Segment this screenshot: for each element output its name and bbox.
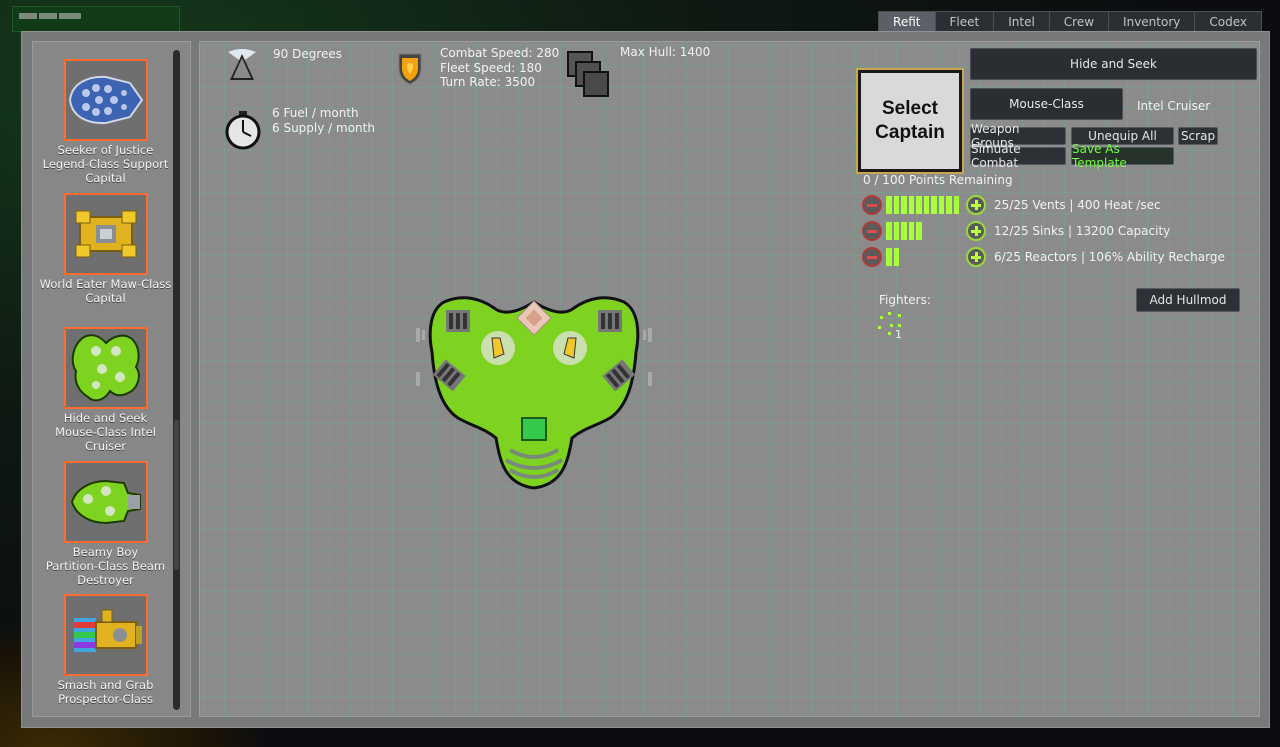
flux-bar-segment: [893, 248, 899, 266]
tab-fleet[interactable]: Fleet: [934, 11, 995, 31]
ship-name-line: Smash and Grab: [57, 678, 154, 692]
flux-bar-segment: [946, 196, 952, 214]
background-minimap: [12, 6, 180, 32]
flux-bar-segment: [893, 222, 899, 240]
flux-bar-segment: [901, 222, 907, 240]
flux-bar-segment: [953, 196, 959, 214]
max-hull-text: Max Hull: 1400: [620, 45, 711, 59]
ship-name-field[interactable]: Hide and Seek: [970, 48, 1257, 80]
fleet-ship-card[interactable]: World Eater Maw-Class Capital: [33, 193, 178, 305]
mouse-ship-icon[interactable]: [63, 327, 148, 409]
refit-grid[interactable]: 90 Degrees 6 Fuel / month 6 Supply / mon…: [199, 41, 1260, 717]
fleet-ship-list[interactable]: Seeker of Justice Legend-Class Support C…: [32, 41, 191, 717]
flux-bar-segment: [886, 222, 892, 240]
fighter-count-text: 1: [895, 328, 902, 341]
remove-vent-button[interactable]: [862, 195, 882, 215]
flux-bar-segment: [938, 196, 944, 214]
ship-type-text: Intel Cruiser: [1137, 99, 1211, 113]
ship-name-line: Prospector-Class: [58, 692, 153, 706]
scrap-button[interactable]: Scrap: [1178, 127, 1218, 145]
flux-bar-segment: [908, 222, 914, 240]
ship-name-line: Partition-Class Beam: [45, 559, 166, 573]
flux-bar-segment: [893, 196, 899, 214]
flux-bar-segment: [916, 222, 922, 240]
supply-usage-text: 6 Supply / month: [272, 121, 375, 135]
fleet-speed-text: Fleet Speed: 180: [440, 61, 542, 75]
reactors-row: 6/25 Reactors | 106% Ability Recharge: [862, 246, 1225, 268]
ship-name-line: Cruiser: [84, 439, 127, 453]
add-reactor-button[interactable]: [966, 247, 986, 267]
save-as-template-button[interactable]: Save As Template: [1071, 142, 1174, 170]
partition-ship-icon[interactable]: [63, 461, 148, 543]
reactors-text: 6/25 Reactors | 106% Ability Recharge: [994, 250, 1225, 264]
ship-name-line: Destroyer: [77, 573, 134, 587]
shield-icon: [398, 53, 422, 85]
ship-hull-display[interactable]: [414, 288, 654, 502]
add-vent-button[interactable]: [966, 195, 986, 215]
hull-plates-icon: [567, 51, 609, 97]
add-hullmod-button[interactable]: Add Hullmod: [1136, 288, 1240, 312]
fleet-ship-card[interactable]: Hide and Seek Mouse-Class Intel Cruiser: [33, 327, 178, 453]
combat-speed-text: Combat Speed: 280: [440, 46, 560, 60]
ship-name-line: Mouse-Class Intel: [55, 425, 156, 439]
remove-reactor-button[interactable]: [862, 247, 882, 267]
ship-name-line: Hide and Seek: [63, 411, 148, 425]
reactors-bar: [886, 248, 960, 266]
turn-rate-text: Turn Rate: 3500: [440, 75, 536, 89]
fleet-ship-card[interactable]: Smash and Grab Prospector-Class: [33, 594, 178, 706]
select-captain-button[interactable]: Select Captain: [856, 68, 964, 174]
maw-ship-icon[interactable]: [63, 193, 148, 275]
captain-label-line2: Captain: [875, 122, 945, 143]
ship-name-line: World Eater Maw-Class: [39, 277, 172, 291]
tab-codex[interactable]: Codex: [1194, 11, 1262, 31]
legend-ship-icon[interactable]: [63, 59, 148, 141]
sinks-bar: [886, 222, 960, 240]
vents-text: 25/25 Vents | 400 Heat /sec: [994, 198, 1161, 212]
points-remaining-text: 0 / 100 Points Remaining: [863, 173, 1013, 187]
tab-inventory[interactable]: Inventory: [1108, 11, 1196, 31]
sensor-arc-icon: [228, 49, 256, 80]
flux-bar-segment: [931, 196, 937, 214]
sinks-text: 12/25 Sinks | 13200 Capacity: [994, 224, 1171, 238]
tab-refit[interactable]: Refit: [878, 11, 936, 31]
refit-window: Seeker of Justice Legend-Class Support C…: [21, 31, 1270, 728]
fleet-ship-card[interactable]: Beamy Boy Partition-Class Beam Destroyer: [33, 461, 178, 587]
ship-name-line: Seeker of Justice: [57, 143, 154, 157]
flux-bar-segment: [886, 248, 892, 266]
flux-bar-segment: [916, 196, 922, 214]
vents-bar: [886, 196, 960, 214]
ship-name-line: Beamy Boy: [72, 545, 139, 559]
fighter-wing-icon[interactable]: [876, 310, 908, 340]
flux-bar-segment: [886, 196, 892, 214]
sinks-row: 12/25 Sinks | 13200 Capacity: [862, 220, 1170, 242]
fuel-usage-text: 6 Fuel / month: [272, 106, 359, 120]
flux-bar-segment: [908, 196, 914, 214]
ship-name-line: Capital: [85, 171, 126, 185]
stopwatch-icon: [225, 111, 261, 150]
flux-bar-segment: [923, 196, 929, 214]
vents-row: 25/25 Vents | 400 Heat /sec: [862, 194, 1161, 216]
fleet-ship-card[interactable]: Seeker of Justice Legend-Class Support C…: [33, 59, 178, 185]
prospector-ship-icon[interactable]: [63, 594, 148, 676]
fighters-label: Fighters:: [879, 293, 931, 307]
top-tabs: Refit Fleet Intel Crew Inventory Codex: [878, 11, 1262, 31]
sensor-arc-text: 90 Degrees: [273, 47, 343, 61]
simulate-combat-button[interactable]: Simuate Combat: [970, 142, 1066, 170]
flux-bar-segment: [901, 196, 907, 214]
remove-sink-button[interactable]: [862, 221, 882, 241]
ship-class-button[interactable]: Mouse-Class: [970, 88, 1123, 120]
ship-name-line: Legend-Class Support: [42, 157, 169, 171]
tab-intel[interactable]: Intel: [993, 11, 1050, 31]
tab-crew[interactable]: Crew: [1048, 11, 1110, 31]
ship-name-line: Capital: [85, 291, 126, 305]
add-sink-button[interactable]: [966, 221, 986, 241]
captain-label-line1: Select: [882, 98, 938, 119]
